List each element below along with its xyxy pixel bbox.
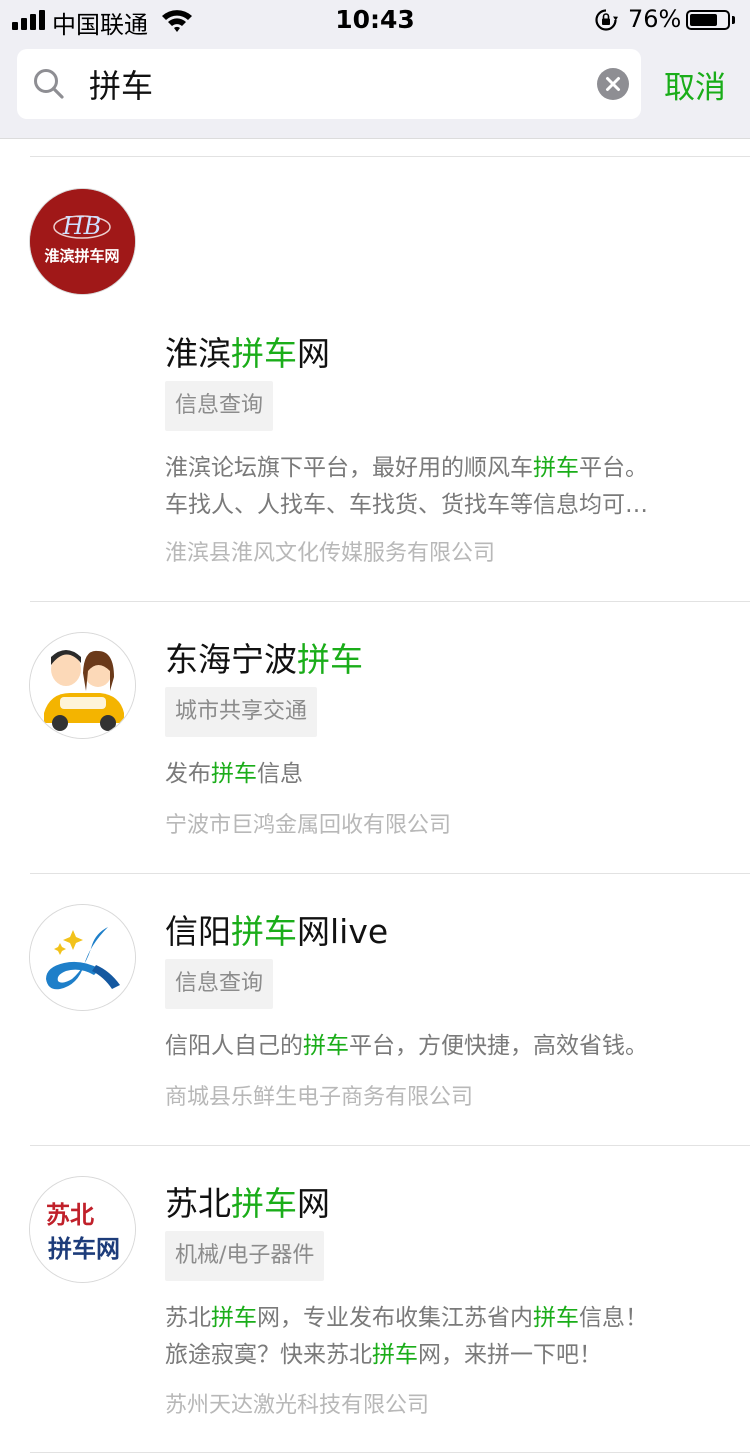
result-title: 信阳拼车网live bbox=[165, 912, 389, 951]
carpool-couple-icon bbox=[30, 633, 135, 738]
battery-icon bbox=[686, 10, 730, 30]
category-tag: 机械/电子器件 bbox=[165, 1231, 325, 1281]
avatar bbox=[30, 633, 135, 738]
result-description: 淮滨论坛旗下平台，最好用的顺风车拼车平台。 车找人、人找车、车找货、货找车等信息… bbox=[165, 455, 648, 518]
avatar: 苏北 拼车网 bbox=[30, 1177, 135, 1282]
search-icon bbox=[34, 69, 64, 99]
xinyang-logo-icon bbox=[30, 905, 135, 1010]
avatar bbox=[30, 905, 135, 1010]
top-bar: 中国联通 10:43 76% 取消 bbox=[0, 0, 750, 139]
company-name: 淮滨县淮风文化传媒服务有限公司 bbox=[165, 541, 496, 566]
result-description: 苏北拼车网，专业发布收集江苏省内拼车信息！ 旅途寂寞？快来苏北拼车网，来拼一下吧… bbox=[165, 1305, 648, 1368]
clear-search-icon[interactable] bbox=[596, 67, 630, 101]
divider bbox=[30, 156, 750, 157]
avatar-logo-mark: HB bbox=[62, 212, 102, 240]
avatar-logo-text: 淮滨拼车网 bbox=[44, 247, 119, 265]
subei-logo-icon: 苏北 拼车网 bbox=[30, 1177, 135, 1282]
result-description: 发布拼车信息 bbox=[165, 761, 303, 787]
category-tag: 信息查询 bbox=[165, 959, 274, 1009]
company-name: 宁波市巨鸿金属回收有限公司 bbox=[165, 813, 452, 838]
company-name: 商城县乐鲜生电子商务有限公司 bbox=[165, 1085, 474, 1110]
battery-percent: 76% bbox=[628, 5, 682, 33]
category-tag: 城市共享交通 bbox=[165, 687, 318, 737]
avatar-logo-text-1: 苏北 bbox=[46, 1201, 94, 1229]
result-title: 东海宁波拼车 bbox=[165, 640, 363, 679]
avatar: HB 淮滨拼车网 bbox=[30, 189, 135, 294]
huaibin-logo-icon: HB 淮滨拼车网 bbox=[30, 189, 135, 294]
avatar-logo-text-2: 拼车网 bbox=[48, 1235, 120, 1263]
battery-tip bbox=[732, 16, 735, 24]
cancel-button[interactable]: 取消 bbox=[664, 62, 726, 107]
company-name: 苏州天达激光科技有限公司 bbox=[165, 1393, 430, 1418]
result-description: 信阳人自己的拼车平台，方便快捷，高效省钱。 bbox=[165, 1033, 648, 1059]
search-box[interactable] bbox=[17, 49, 641, 119]
result-title: 淮滨拼车网 bbox=[165, 334, 330, 373]
rotation-lock-icon bbox=[595, 9, 618, 31]
status-bar: 中国联通 10:43 76% bbox=[0, 0, 750, 40]
search-input[interactable] bbox=[89, 57, 589, 111]
result-title: 苏北拼车网 bbox=[165, 1184, 330, 1223]
category-tag: 信息查询 bbox=[165, 381, 274, 431]
